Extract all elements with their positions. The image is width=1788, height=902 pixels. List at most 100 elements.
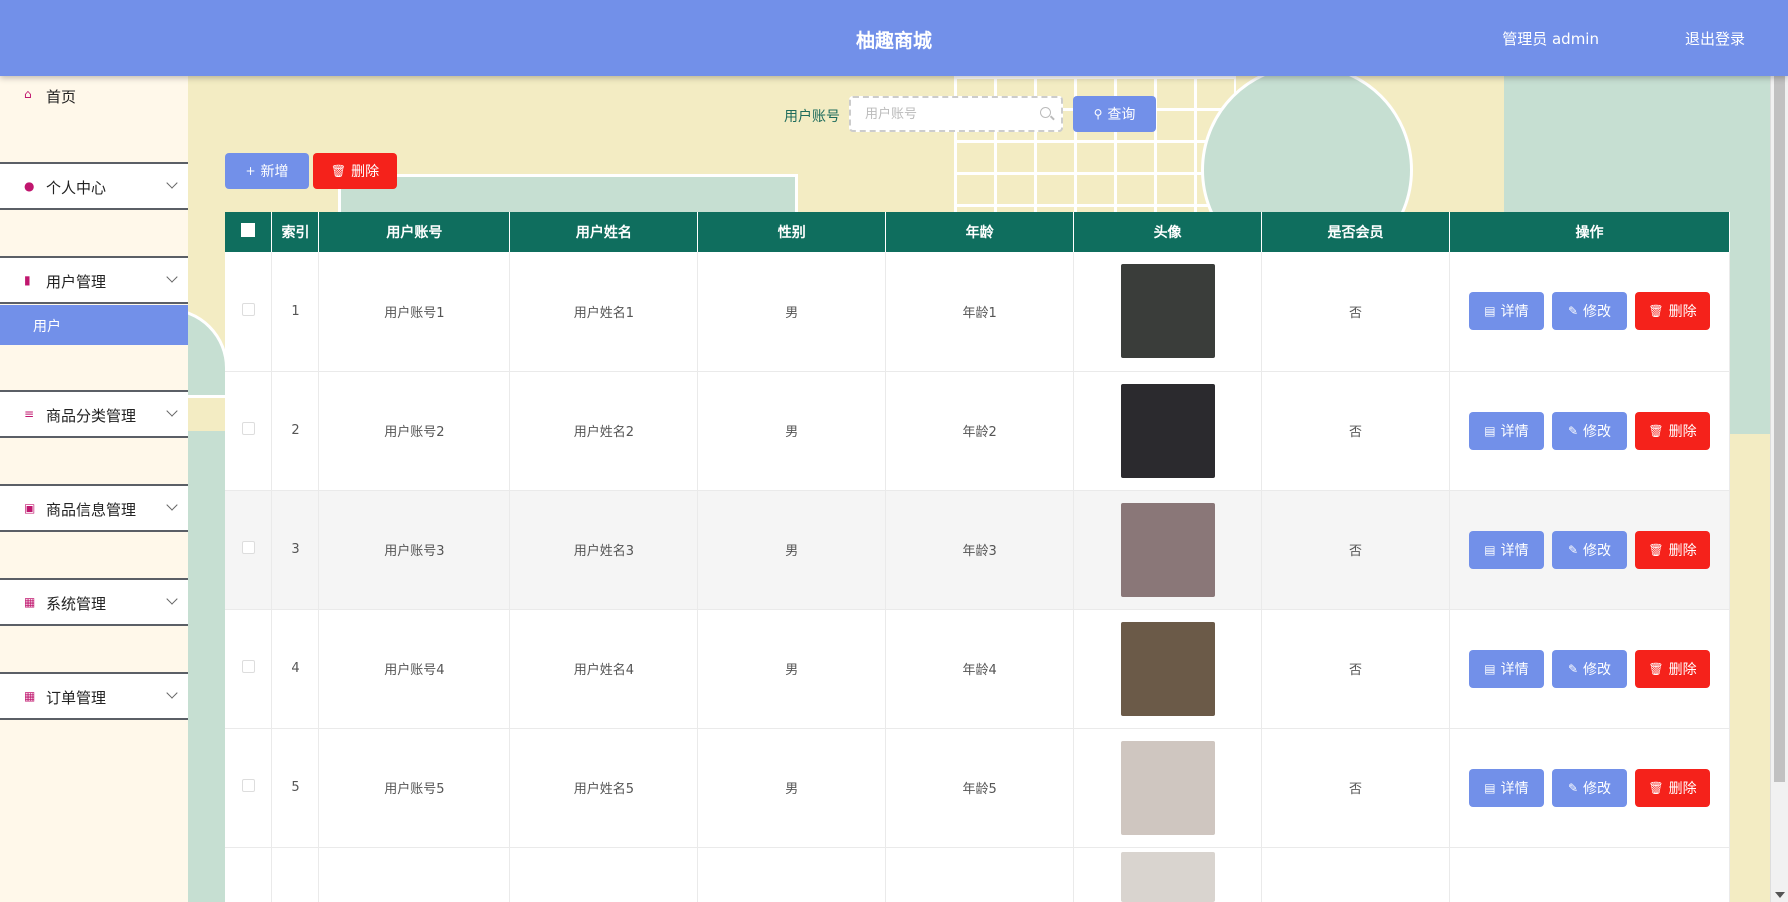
cell-actions: ▤详情 ✎修改 🗑删除 <box>1449 490 1729 609</box>
user-table: 索引 用户账号 用户姓名 性别 年龄 头像 是否会员 操作 1 用户账号1 用户… <box>225 212 1730 902</box>
cell-member: 否 <box>1262 252 1450 371</box>
avatar[interactable] <box>1121 741 1215 835</box>
top-header: 柚趣商城 管理员 admin 退出登录 <box>0 0 1788 76</box>
detail-button[interactable]: ▤详情 <box>1469 769 1544 807</box>
sidebar-item-category-management[interactable]: ≡ 商品分类管理 <box>0 390 188 438</box>
sidebar-item-product-management[interactable]: ▣ 商品信息管理 <box>0 484 188 532</box>
document-icon: ▤ <box>1484 543 1495 557</box>
detail-button[interactable]: ▤详情 <box>1469 412 1544 450</box>
search-input[interactable] <box>849 96 1063 132</box>
cell-account: 用户账号1 <box>319 252 510 371</box>
row-checkbox[interactable] <box>242 541 255 554</box>
column-header[interactable]: 索引 <box>272 212 319 252</box>
add-button[interactable]: + 新增 <box>225 153 309 189</box>
avatar[interactable] <box>1121 264 1215 358</box>
select-all-checkbox[interactable] <box>241 223 255 237</box>
row-checkbox[interactable] <box>242 303 255 316</box>
table-header-row: 索引 用户账号 用户姓名 性别 年龄 头像 是否会员 操作 <box>225 212 1730 252</box>
column-header[interactable]: 年龄 <box>886 212 1074 252</box>
table-row[interactable]: 5 用户账号5 用户姓名5 男 年龄5 否 ▤详情 ✎修改 🗑删除 <box>225 728 1730 847</box>
sidebar-item-home[interactable]: ⌂ 首页 <box>0 80 188 116</box>
edit-button-label: 修改 <box>1583 421 1611 441</box>
delete-button-label: 删除 <box>351 161 379 181</box>
user-icon: ● <box>24 180 36 192</box>
row-select-cell[interactable] <box>225 252 272 371</box>
cell-age <box>886 847 1074 902</box>
cell-account: 用户账号2 <box>319 371 510 490</box>
table-row[interactable]: 3 用户账号3 用户姓名3 男 年龄3 否 ▤详情 ✎修改 🗑删除 <box>225 490 1730 609</box>
avatar[interactable] <box>1121 852 1215 902</box>
row-select-cell[interactable] <box>225 371 272 490</box>
sidebar-item-personal-center[interactable]: ● 个人中心 <box>0 162 188 210</box>
row-checkbox[interactable] <box>242 422 255 435</box>
sidebar-subitem-label: 用户 <box>33 316 61 336</box>
cell-age: 年龄3 <box>886 490 1074 609</box>
edit-button[interactable]: ✎修改 <box>1552 531 1627 569</box>
sidebar-item-label: 系统管理 <box>46 593 106 614</box>
row-select-cell[interactable] <box>225 847 272 902</box>
column-header[interactable]: 用户姓名 <box>510 212 698 252</box>
avatar[interactable] <box>1121 503 1215 597</box>
edit-button[interactable]: ✎修改 <box>1552 292 1627 330</box>
detail-button[interactable]: ▤详情 <box>1469 650 1544 688</box>
avatar[interactable] <box>1121 384 1215 478</box>
search-icon <box>1040 107 1051 118</box>
sidebar-item-user-management[interactable]: ▮ 用户管理 <box>0 256 188 304</box>
add-button-label: 新增 <box>261 161 289 181</box>
cell-index: 4 <box>272 609 319 728</box>
scrollbar-thumb[interactable] <box>1774 76 1785 782</box>
cell-name: 用户姓名2 <box>510 371 698 490</box>
row-checkbox[interactable] <box>242 779 255 792</box>
column-header[interactable]: 是否会员 <box>1262 212 1450 252</box>
cell-avatar <box>1074 371 1262 490</box>
cell-name: 用户姓名5 <box>510 728 698 847</box>
delete-button[interactable]: 🗑删除 <box>1635 292 1710 330</box>
delete-button[interactable]: 🗑删除 <box>1635 531 1710 569</box>
chevron-down-icon <box>166 687 177 698</box>
vertical-scrollbar[interactable] <box>1770 76 1788 902</box>
select-all-cell[interactable] <box>225 212 272 252</box>
grid-icon: ▦ <box>24 690 36 702</box>
sidebar-item-system-management[interactable]: ▦ 系统管理 <box>0 578 188 626</box>
cell-avatar <box>1074 847 1262 902</box>
table-row[interactable]: 4 用户账号4 用户姓名4 男 年龄4 否 ▤详情 ✎修改 🗑删除 <box>225 609 1730 728</box>
document-icon: ▤ <box>1484 424 1495 438</box>
cell-age: 年龄2 <box>886 371 1074 490</box>
cell-account: 用户账号5 <box>319 728 510 847</box>
detail-button[interactable]: ▤详情 <box>1469 292 1544 330</box>
logout-link[interactable]: 退出登录 <box>1685 28 1745 49</box>
edit-button[interactable]: ✎修改 <box>1552 769 1627 807</box>
chevron-down-icon <box>166 499 177 510</box>
table-row[interactable]: 2 用户账号2 用户姓名2 男 年龄2 否 ▤详情 ✎修改 🗑删除 <box>225 371 1730 490</box>
delete-button-label: 删除 <box>1669 659 1697 679</box>
trash-icon: 🗑 <box>1648 304 1663 318</box>
delete-button[interactable]: 🗑删除 <box>1635 412 1710 450</box>
edit-button[interactable]: ✎修改 <box>1552 412 1627 450</box>
sidebar-subitem-users[interactable]: 用户 <box>0 305 188 345</box>
column-header[interactable]: 性别 <box>698 212 886 252</box>
bulk-delete-button[interactable]: 🗑 删除 <box>313 153 397 189</box>
avatar[interactable] <box>1121 622 1215 716</box>
delete-button[interactable]: 🗑删除 <box>1635 769 1710 807</box>
search-button[interactable]: ⚲ 查询 <box>1073 96 1156 132</box>
column-header[interactable]: 用户账号 <box>319 212 510 252</box>
delete-button[interactable]: 🗑删除 <box>1635 650 1710 688</box>
table-row[interactable] <box>225 847 1730 902</box>
chevron-down-icon <box>166 405 177 416</box>
column-header[interactable]: 头像 <box>1074 212 1262 252</box>
trash-icon: 🗑 <box>331 164 346 178</box>
admin-user-label: 管理员 admin <box>1502 28 1599 49</box>
sidebar-item-order-management[interactable]: ▦ 订单管理 <box>0 672 188 720</box>
row-select-cell[interactable] <box>225 728 272 847</box>
detail-button-label: 详情 <box>1501 778 1529 798</box>
table-row[interactable]: 1 用户账号1 用户姓名1 男 年龄1 否 ▤详情 ✎修改 🗑删除 <box>225 252 1730 371</box>
home-icon: ⌂ <box>24 88 36 100</box>
scroll-down-arrow-icon[interactable] <box>1775 892 1785 898</box>
edit-icon: ✎ <box>1568 304 1578 318</box>
detail-button[interactable]: ▤详情 <box>1469 531 1544 569</box>
cell-gender <box>698 847 886 902</box>
row-select-cell[interactable] <box>225 490 272 609</box>
edit-button[interactable]: ✎修改 <box>1552 650 1627 688</box>
row-checkbox[interactable] <box>242 660 255 673</box>
row-select-cell[interactable] <box>225 609 272 728</box>
